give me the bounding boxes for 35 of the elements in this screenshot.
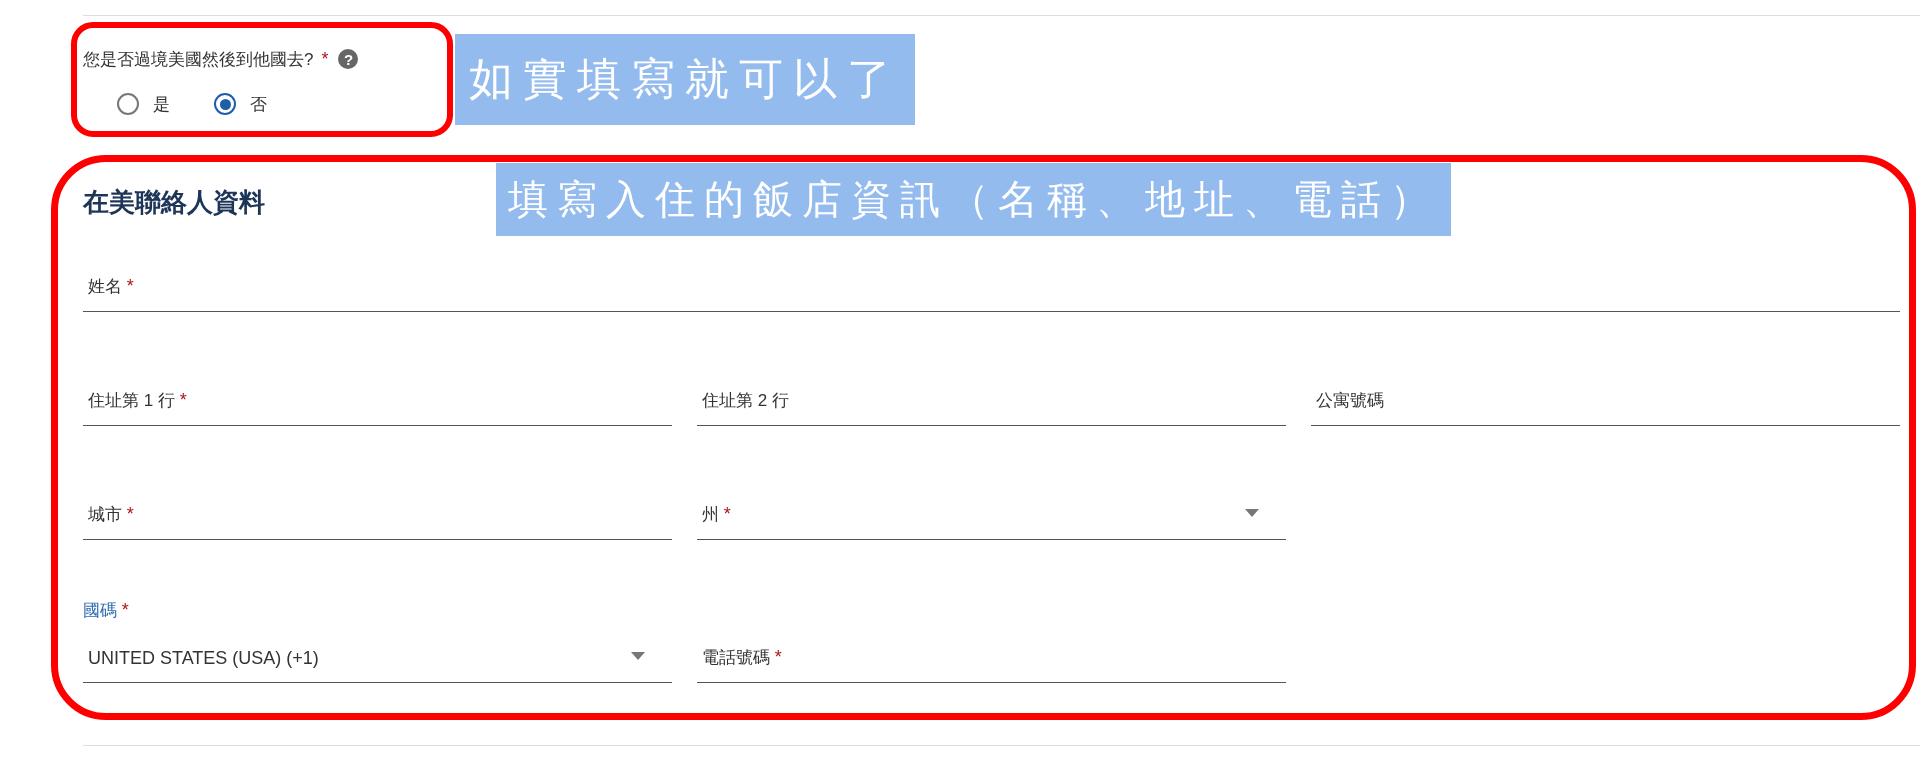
required-asterisk: * [121,600,129,620]
required-asterisk: * [723,504,731,524]
input-field[interactable]: 公寓號碼 [1311,376,1900,426]
annotation-note: 填寫入住的飯店資訊（名稱、地址、電話） [496,163,1451,236]
input-field[interactable]: 住址第 2 行 [697,376,1286,426]
field-label: 城市 * [88,503,134,526]
field-label: 國碼 * [83,599,129,622]
field-label: 州 * [702,503,731,526]
dropdown-field[interactable]: 國碼 * UNITED STATES (USA) (+1) [83,598,672,683]
dropdown-field[interactable]: 州 * [697,490,1286,540]
radio-option[interactable]: 是 [117,92,170,116]
required-asterisk: * [126,276,134,296]
required-asterisk: * [179,390,187,410]
section-title: 在美聯絡人資料 [83,186,265,218]
question-label: 您是否過境美國然後到他國去? [83,48,314,71]
field-label: 姓名 * [88,275,134,298]
field-label: 電話號碼 * [702,646,782,669]
field-label: 公寓號碼 [1316,390,1384,412]
field-label: 住址第 1 行 * [88,389,187,412]
input-field[interactable]: 城市 * [83,490,672,540]
field-label: 住址第 2 行 [702,390,789,412]
dropdown-arrow-icon [1245,509,1259,517]
field-value: UNITED STATES (USA) (+1) [88,647,319,670]
input-field[interactable]: 電話號碼 * [697,598,1286,683]
radio-button[interactable] [117,93,139,115]
input-field[interactable]: 姓名 * [83,262,1900,312]
radio-option[interactable]: 否 [214,92,267,116]
radio-button[interactable] [214,93,236,115]
required-asterisk: * [774,647,782,667]
required-asterisk: * [126,504,134,524]
annotation-note: 如實填寫就可以了 [455,34,915,125]
help-icon[interactable]: ? [338,49,359,69]
dropdown-arrow-icon [631,652,645,660]
input-field[interactable]: 住址第 1 行 * [83,376,672,426]
required-asterisk: * [321,48,329,70]
